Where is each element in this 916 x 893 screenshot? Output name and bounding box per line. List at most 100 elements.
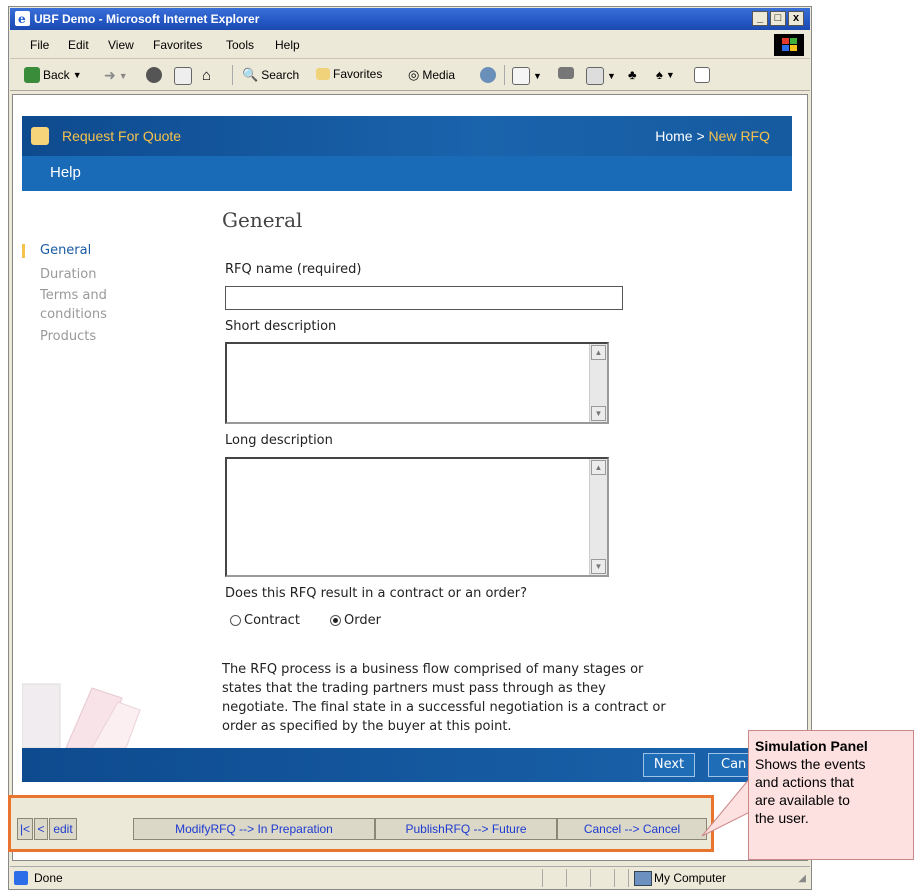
page-done-icon xyxy=(14,871,28,885)
page-title: General xyxy=(222,208,303,232)
nav-item-conditions[interactable]: conditions xyxy=(40,307,107,322)
scrollbar[interactable]: ▲ ▼ xyxy=(589,459,607,575)
active-nav-marker xyxy=(22,244,25,258)
scroll-up-icon[interactable]: ▲ xyxy=(591,345,606,360)
discuss-icon: ♣ xyxy=(628,67,637,82)
short-description-textarea[interactable]: ▲ ▼ xyxy=(225,342,609,424)
history-button[interactable] xyxy=(480,67,496,83)
print-button[interactable] xyxy=(558,67,574,79)
breadcrumb: Home > New RFQ xyxy=(655,128,770,144)
stop-icon xyxy=(146,67,162,83)
previous-button[interactable]: < xyxy=(34,818,48,840)
media-button[interactable]: ◎ Media xyxy=(408,67,455,83)
stop-button[interactable] xyxy=(146,67,162,83)
forward-button[interactable]: ➜ ▼ xyxy=(104,67,128,84)
back-button[interactable]: Back ▼ xyxy=(24,67,82,83)
chevron-down-icon: ▼ xyxy=(118,70,128,81)
help-link[interactable]: Help xyxy=(50,164,81,181)
mail-icon xyxy=(512,67,530,85)
status-divider xyxy=(566,869,567,887)
ie-logo-icon: e xyxy=(15,11,30,26)
menu-help[interactable]: Help xyxy=(275,38,300,52)
refresh-button[interactable] xyxy=(174,67,192,85)
scroll-up-icon[interactable]: ▲ xyxy=(591,460,606,475)
breadcrumb-current: New RFQ xyxy=(708,128,770,144)
zone-text: My Computer xyxy=(654,871,727,885)
edit-page-icon xyxy=(586,67,604,85)
back-arrow-icon xyxy=(24,67,40,83)
edit-page-button[interactable]: ▼ xyxy=(586,67,616,85)
minimize-button[interactable]: _ xyxy=(752,11,768,26)
modify-rfq-button[interactable]: ModifyRFQ --> In Preparation xyxy=(133,818,375,840)
favorites-button[interactable]: Favorites xyxy=(316,67,382,81)
chevron-down-icon: ▼ xyxy=(607,71,616,81)
messenger-icon: ♠ xyxy=(656,67,663,82)
related-button[interactable] xyxy=(694,67,710,83)
forward-arrow-icon: ➜ xyxy=(104,67,116,83)
rfq-logo-icon xyxy=(31,127,49,145)
mail-button[interactable]: ▼ xyxy=(512,67,542,85)
title-bar: e UBF Demo - Microsoft Internet Explorer… xyxy=(10,8,810,30)
callout-title: Simulation Panel xyxy=(755,738,868,754)
windows-logo-icon xyxy=(774,34,804,56)
window-title: UBF Demo - Microsoft Internet Explorer xyxy=(34,12,260,26)
radio-button-selected[interactable] xyxy=(330,615,341,626)
messenger-button[interactable]: ♠ ▼ xyxy=(656,67,675,82)
breadcrumb-home[interactable]: Home xyxy=(655,128,692,144)
status-divider xyxy=(542,869,543,887)
scrollbar[interactable]: ▲ ▼ xyxy=(589,344,607,422)
scroll-down-icon[interactable]: ▼ xyxy=(591,559,606,574)
status-text: Done xyxy=(34,871,63,885)
nav-item-terms[interactable]: Terms and xyxy=(40,288,107,303)
long-description-label: Long description xyxy=(225,433,333,448)
menu-favorites[interactable]: Favorites xyxy=(153,38,202,52)
history-icon xyxy=(480,67,496,83)
next-button[interactable]: Next xyxy=(643,753,695,777)
menu-edit[interactable]: Edit xyxy=(68,38,89,52)
home-button[interactable]: ⌂ xyxy=(202,67,211,84)
nav-item-duration[interactable]: Duration xyxy=(40,267,96,282)
radio-order[interactable]: Order xyxy=(330,613,381,628)
app-header: Request For Quote Home > New RFQ xyxy=(22,116,792,156)
scroll-down-icon[interactable]: ▼ xyxy=(591,406,606,421)
svg-text:e: e xyxy=(18,12,26,26)
cancel-button[interactable]: Can xyxy=(708,753,750,777)
first-button[interactable]: |< xyxy=(17,818,33,840)
search-button[interactable]: 🔍 Search xyxy=(242,67,299,83)
menu-tools[interactable]: Tools xyxy=(226,38,254,52)
favorites-icon xyxy=(316,68,330,80)
long-description-textarea[interactable]: ▲ ▼ xyxy=(225,457,609,577)
edit-button[interactable]: edit xyxy=(49,818,77,840)
nav-item-general[interactable]: General xyxy=(40,243,91,258)
help-bar: Help xyxy=(22,156,792,191)
computer-icon xyxy=(634,871,652,886)
contract-order-question: Does this RFQ result in a contract or an… xyxy=(225,586,528,601)
resize-grip-icon[interactable]: ◢ xyxy=(798,873,806,884)
status-divider xyxy=(590,869,591,887)
description-paragraph: The RFQ process is a business flow compr… xyxy=(222,662,666,734)
status-divider xyxy=(628,869,629,887)
maximize-button[interactable]: □ xyxy=(770,11,786,26)
close-button[interactable]: x xyxy=(788,11,804,26)
related-icon xyxy=(694,67,710,83)
home-icon: ⌂ xyxy=(202,67,212,84)
short-description-label: Short description xyxy=(225,319,337,334)
publish-rfq-button[interactable]: PublishRFQ --> Future xyxy=(375,818,557,840)
toolbar-separator xyxy=(504,65,505,85)
radio-contract[interactable]: Contract xyxy=(230,613,300,628)
discuss-button[interactable]: ♣ xyxy=(628,67,637,82)
rfq-name-label: RFQ name (required) xyxy=(225,262,362,277)
simulation-panel-callout: Simulation Panel Shows the events and ac… xyxy=(748,730,914,860)
menu-file[interactable]: File xyxy=(30,38,49,52)
cancel-action-button[interactable]: Cancel --> Cancel xyxy=(557,818,707,840)
toolbar-separator xyxy=(232,65,233,85)
nav-item-products[interactable]: Products xyxy=(40,329,96,344)
radio-button[interactable] xyxy=(230,615,241,626)
chevron-down-icon: ▼ xyxy=(72,70,82,80)
refresh-icon xyxy=(174,67,192,85)
rfq-name-input[interactable] xyxy=(225,286,623,310)
menu-view[interactable]: View xyxy=(108,38,134,52)
chevron-down-icon: ▼ xyxy=(533,71,542,81)
breadcrumb-separator: > xyxy=(692,128,709,144)
media-icon: ◎ xyxy=(408,67,420,82)
